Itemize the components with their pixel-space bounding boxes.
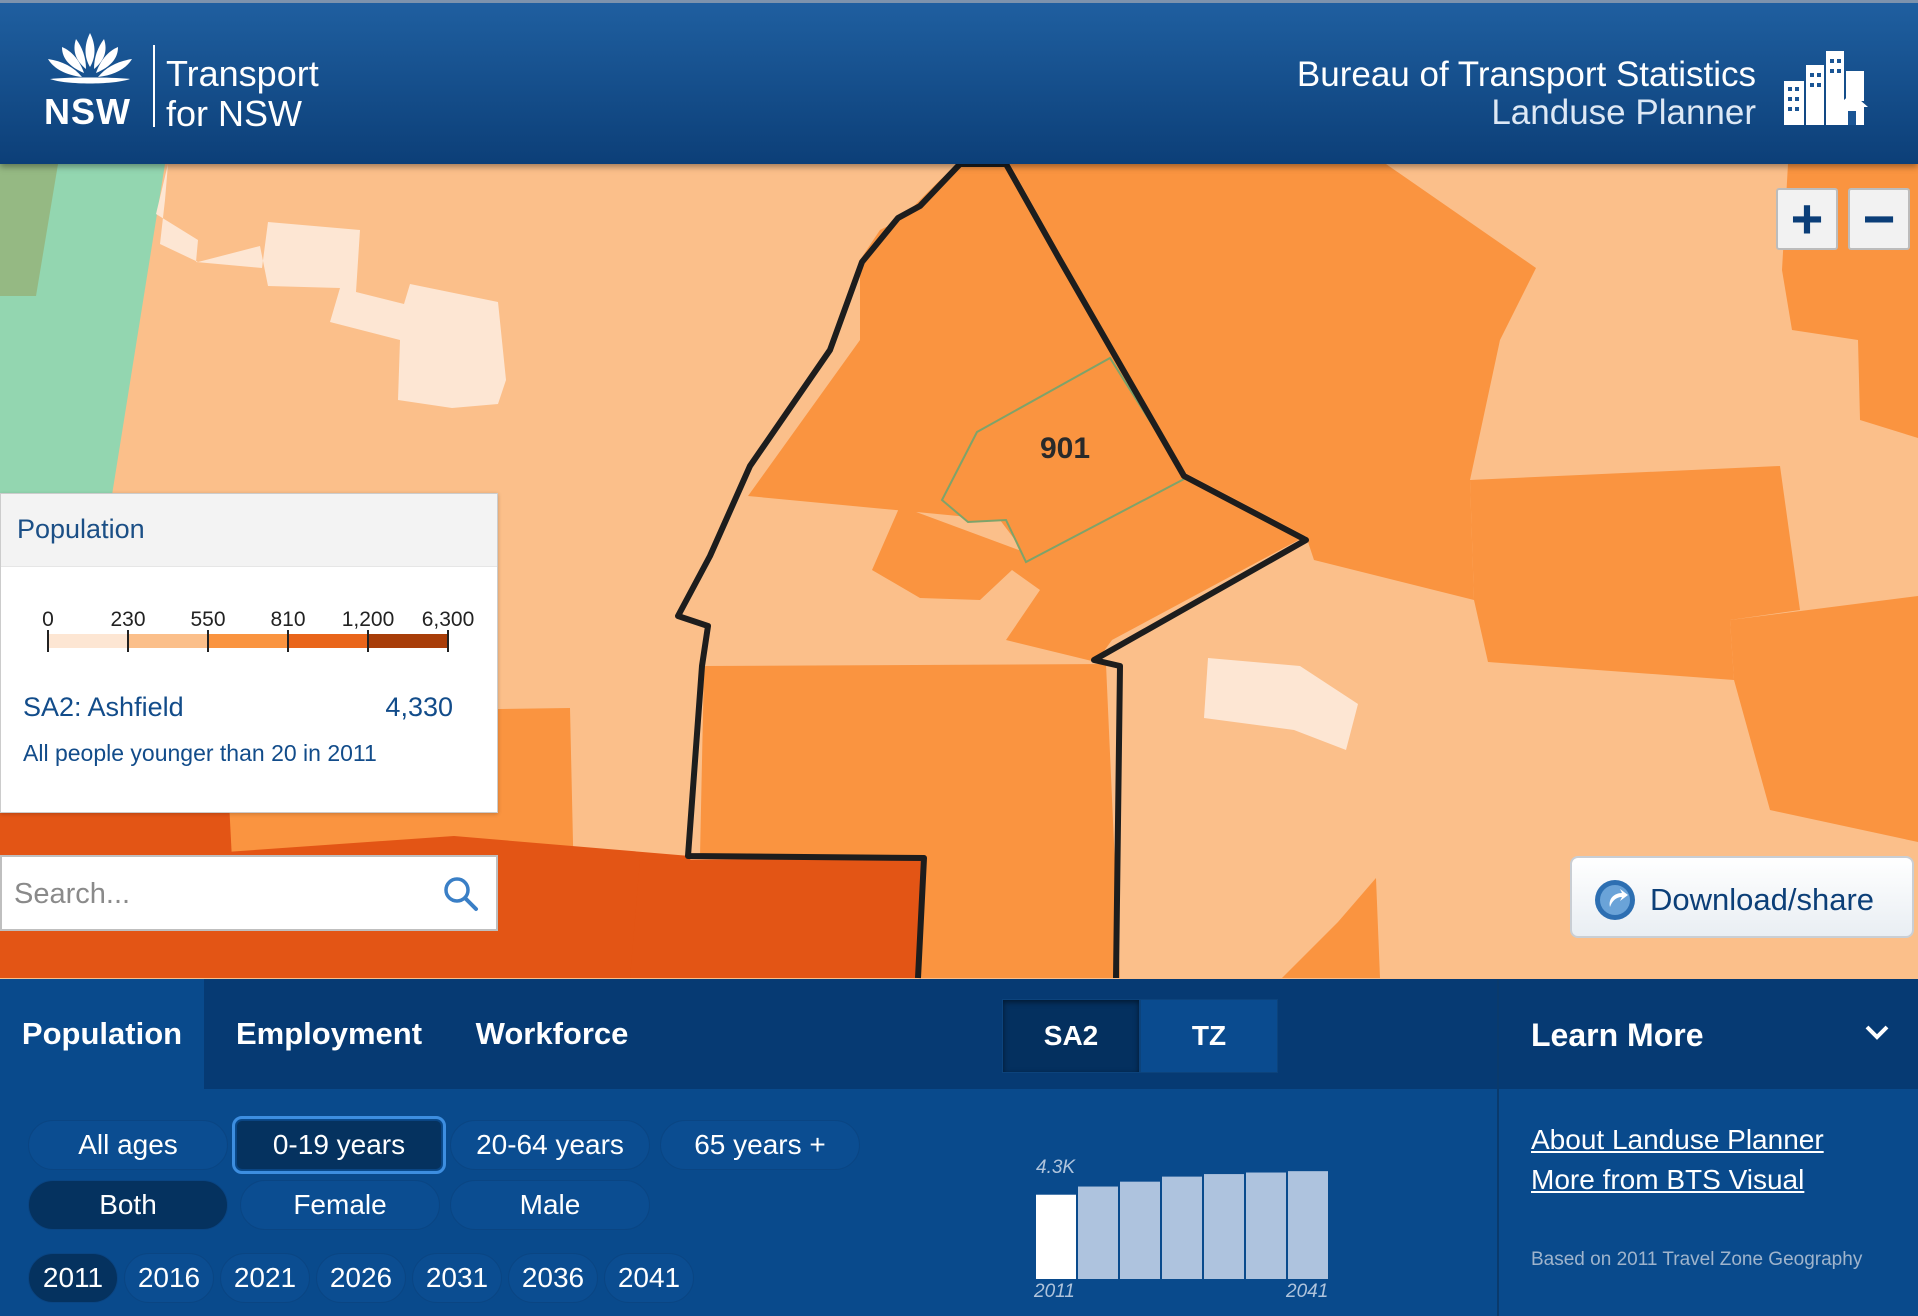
search-box: [0, 855, 498, 931]
legend-tick: 550: [190, 608, 226, 631]
chart-bar-2021[interactable]: [1120, 1181, 1160, 1279]
zoom-in-button[interactable]: +: [1776, 188, 1838, 250]
year-filter-2011[interactable]: 2011: [28, 1253, 118, 1303]
legend-tick: 1,200: [341, 608, 395, 631]
sex-filter-female[interactable]: Female: [240, 1180, 440, 1230]
mini-chart-end-label: 2041: [1286, 1281, 1329, 1302]
population-trend-chart[interactable]: [1036, 1159, 1336, 1279]
choropleth-map[interactable]: 901 Population 0 230 550 810 1,200 6,300…: [0, 164, 1918, 979]
legend-tick: 810: [270, 608, 306, 631]
year-filter-2036[interactable]: 2036: [508, 1253, 598, 1303]
logo-for-nsw-text: for NSW: [166, 93, 303, 134]
age-filter-20-64[interactable]: 20-64 years: [450, 1120, 650, 1170]
logo-transport-text: Transport: [166, 53, 319, 94]
legend-tick-mark: [287, 630, 289, 652]
chart-bar-2016[interactable]: [1078, 1186, 1118, 1279]
age-filter-all[interactable]: All ages: [28, 1120, 228, 1170]
learn-more-title: Learn More: [1531, 1017, 1704, 1053]
nsw-wordmark: NSW: [44, 91, 131, 132]
share-icon: [1595, 880, 1635, 920]
more-from-bts-link[interactable]: More from BTS Visual: [1531, 1164, 1804, 1196]
legend-swatch: [128, 634, 208, 648]
age-filter-0-19[interactable]: 0-19 years: [232, 1116, 446, 1174]
about-landuse-planner-link[interactable]: About Landuse Planner: [1531, 1124, 1824, 1156]
dataset-tabbar: Population Employment Workforce SA2 TZ: [0, 979, 1497, 1089]
zoom-out-button[interactable]: −: [1848, 188, 1910, 250]
tab-employment[interactable]: Employment: [214, 979, 444, 1089]
legend-swatch: [208, 634, 288, 648]
chart-bar-2026[interactable]: [1162, 1176, 1202, 1279]
legend-swatch: [368, 634, 448, 648]
app-title: Bureau of Transport Statistics: [1296, 55, 1756, 94]
chart-bar-2041[interactable]: [1288, 1171, 1328, 1279]
download-share-button[interactable]: Download/share: [1570, 856, 1914, 938]
tab-population[interactable]: Population: [0, 979, 204, 1089]
learn-more-panel: Learn More About Landuse Planner More fr…: [1497, 979, 1918, 1316]
geography-tz-toggle[interactable]: TZ: [1140, 999, 1278, 1073]
tab-workforce[interactable]: Workforce: [458, 979, 646, 1089]
search-input[interactable]: [14, 869, 434, 919]
year-filter-2031[interactable]: 2031: [412, 1253, 502, 1303]
geography-note: Based on 2011 Travel Zone Geography: [1531, 1249, 1863, 1270]
legend-tick: 230: [110, 608, 146, 631]
legend-swatch: [288, 634, 368, 648]
zone-label: 901: [1040, 432, 1091, 465]
chevron-down-icon[interactable]: [1864, 1023, 1890, 1041]
legend-panel: Population 0 230 550 810 1,200 6,300 SA2…: [0, 493, 498, 813]
age-filter-65-plus[interactable]: 65 years +: [660, 1120, 860, 1170]
legend-description: All people younger than 20 in 2011: [23, 740, 377, 766]
year-filter-2026[interactable]: 2026: [316, 1253, 406, 1303]
legend-tick-mark: [447, 630, 449, 652]
landuse-planner-app: NSW Transport for NSW Bureau of Transpor…: [0, 0, 1918, 1316]
sex-filter-male[interactable]: Male: [450, 1180, 650, 1230]
mini-chart-svg: [1036, 1171, 1328, 1279]
legend-tick: 0: [42, 608, 54, 631]
legend-title: Population: [17, 514, 145, 544]
sex-filter-both[interactable]: Both: [28, 1180, 228, 1230]
legend-swatch: [48, 634, 128, 648]
chart-bar-2036[interactable]: [1246, 1172, 1286, 1279]
chart-bar-2011[interactable]: [1036, 1194, 1076, 1279]
legend-tick-mark: [367, 630, 369, 652]
app-header: NSW Transport for NSW Bureau of Transpor…: [0, 0, 1918, 164]
legend-tick-mark: [207, 630, 209, 652]
legend-tick-mark: [127, 630, 129, 652]
selected-area-value: 4,330: [385, 692, 453, 722]
mini-chart-start-label: 2011: [1034, 1281, 1075, 1302]
download-share-label: Download/share: [1650, 882, 1875, 917]
geography-sa2-toggle[interactable]: SA2: [1002, 999, 1140, 1073]
learn-more-header[interactable]: Learn More: [1499, 979, 1918, 1089]
year-filter-2041[interactable]: 2041: [604, 1253, 694, 1303]
app-subtitle: Landuse Planner: [1491, 93, 1756, 132]
search-icon[interactable]: [442, 875, 480, 913]
control-panel: Population Employment Workforce SA2 TZ A…: [0, 979, 1918, 1316]
logo-divider: [153, 45, 155, 127]
legend-tick: 6,300: [421, 608, 475, 631]
year-filter-2021[interactable]: 2021: [220, 1253, 310, 1303]
legend-tick-mark: [47, 630, 49, 652]
selected-area-name: SA2: Ashfield: [23, 692, 184, 722]
chart-bar-2031[interactable]: [1204, 1174, 1244, 1279]
year-filter-2016[interactable]: 2016: [124, 1253, 214, 1303]
waratah-logo-icon: [48, 33, 132, 84]
city-buildings-icon: [1784, 51, 1868, 125]
